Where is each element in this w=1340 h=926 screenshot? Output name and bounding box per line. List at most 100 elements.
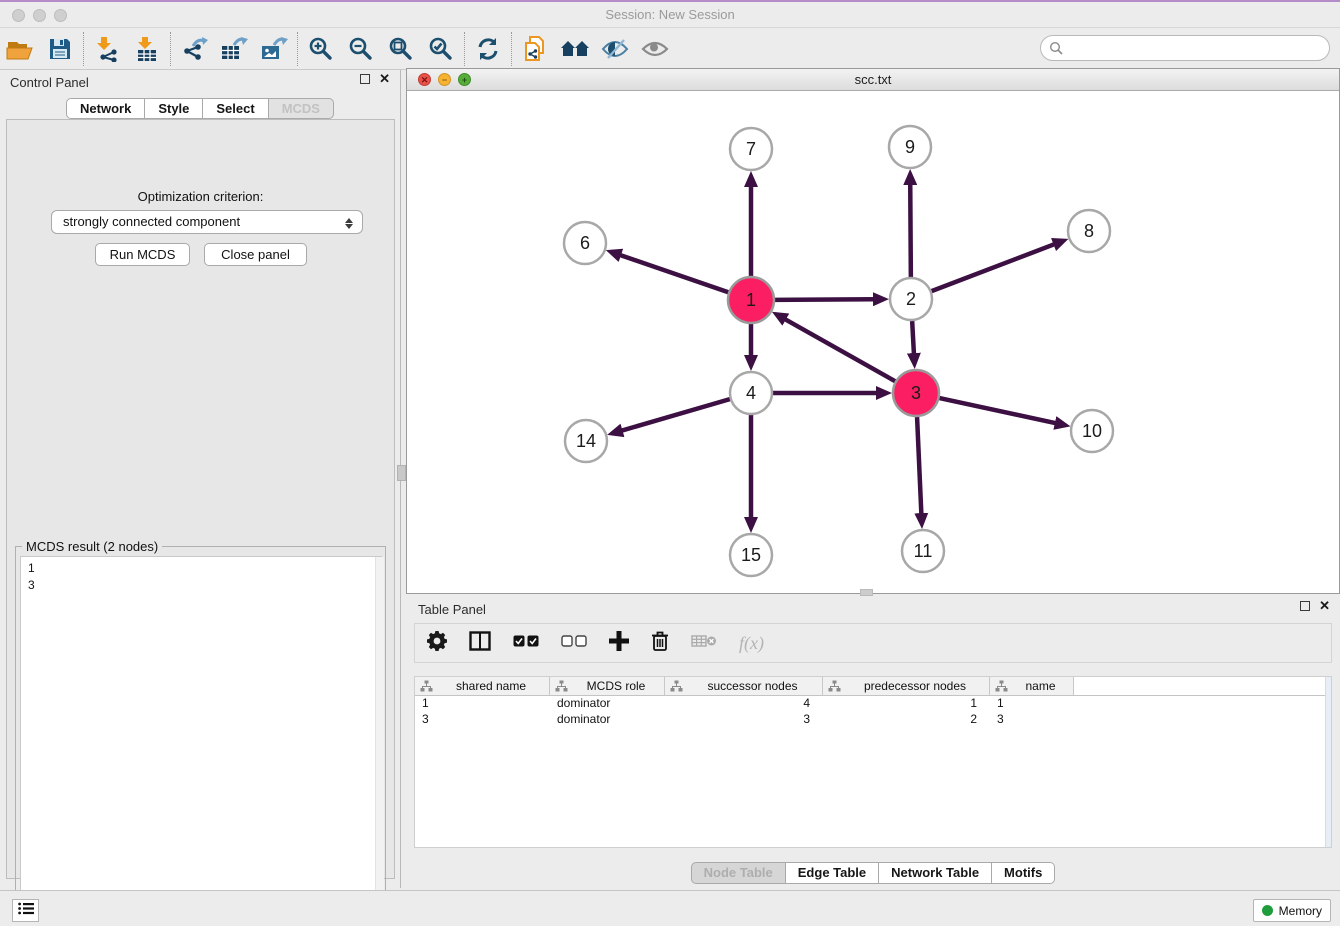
search-icon [1049, 41, 1063, 60]
table-cell: dominator [550, 696, 665, 712]
unchecked-boxes-icon [561, 634, 587, 652]
hide-panels-button[interactable] [595, 32, 635, 66]
graph-edge-4-14[interactable] [622, 399, 730, 431]
search-field-wrap [1040, 35, 1330, 61]
table-cell: 1 [990, 696, 1074, 712]
column-header-shared-name[interactable]: shared name [415, 677, 550, 695]
export-image-button[interactable] [254, 32, 294, 66]
graph-edge-3-1[interactable] [785, 319, 895, 381]
delete-column-button[interactable] [651, 631, 669, 656]
column-tree-icon [555, 680, 568, 692]
control-tab-style[interactable]: Style [145, 98, 203, 119]
table-settings-button[interactable] [427, 631, 447, 656]
float-panel-icon[interactable] [360, 74, 370, 84]
import-network-button[interactable] [87, 32, 127, 66]
memory-button[interactable]: Memory [1253, 899, 1331, 922]
table-tab-node-table[interactable]: Node Table [691, 862, 786, 884]
table-tab-motifs[interactable]: Motifs [992, 862, 1055, 884]
clone-network-button[interactable] [515, 32, 555, 66]
search-input[interactable] [1040, 35, 1330, 61]
main-toolbar [0, 29, 1340, 70]
column-header-label: shared name [433, 679, 549, 693]
column-header-successor-nodes[interactable]: successor nodes [665, 677, 823, 695]
open-folder-icon [5, 36, 35, 62]
network-window-titlebar[interactable]: ✕ − + scc.txt [407, 69, 1339, 91]
graph-edge-3-11[interactable] [917, 417, 921, 514]
home-button[interactable] [555, 32, 595, 66]
graph-node-label-7: 7 [746, 139, 756, 159]
mcds-result-list[interactable]: 1 3 [20, 556, 382, 923]
refresh-view-button[interactable] [468, 32, 508, 66]
close-panel-icon[interactable]: ✕ [379, 74, 390, 84]
clone-network-icon [522, 35, 548, 63]
graph-edge-1-6[interactable] [620, 255, 728, 292]
control-tab-select[interactable]: Select [203, 98, 268, 119]
control-tab-mcds[interactable]: MCDS [269, 98, 334, 119]
mcds-result-group: MCDS result (2 nodes) 1 3 [15, 546, 386, 926]
graph-node-label-9: 9 [905, 137, 915, 157]
toolbar-separator [170, 32, 171, 66]
column-tree-icon [420, 680, 433, 692]
show-graphics-button[interactable] [635, 32, 675, 66]
import-table-icon [134, 36, 160, 62]
table-cell: 4 [665, 696, 823, 712]
zoom-fit-icon [388, 36, 414, 62]
toolbar-separator [297, 32, 298, 66]
table-cell: 3 [665, 712, 823, 728]
add-column-button[interactable] [609, 631, 629, 656]
graph-edge-3-10[interactable] [939, 398, 1055, 423]
open-session-button[interactable] [0, 32, 40, 66]
close-panel-button[interactable]: Close panel [204, 243, 307, 266]
column-layout-button[interactable] [469, 631, 491, 656]
run-mcds-button[interactable]: Run MCDS [95, 243, 190, 266]
table-cell: 2 [823, 712, 990, 728]
table-cell: 1 [823, 696, 990, 712]
unselect-all-columns-button[interactable] [561, 634, 587, 652]
app-titlebar: Session: New Session [0, 2, 1340, 28]
task-history-button[interactable] [12, 899, 39, 922]
result-scrollbar[interactable] [375, 557, 384, 922]
criterion-dropdown[interactable]: strongly connected component [51, 210, 363, 234]
network-canvas[interactable]: 7968124314101511 [407, 91, 1339, 593]
table-panel-title: Table Panel [418, 602, 486, 617]
dropdown-arrows-icon [344, 213, 354, 233]
columns-icon [469, 631, 491, 656]
graph-edge-2-3[interactable] [912, 321, 914, 354]
column-header-predecessor-nodes[interactable]: predecessor nodes [823, 677, 990, 695]
zoom-fit-button[interactable] [381, 32, 421, 66]
table-tab-network-table[interactable]: Network Table [879, 862, 992, 884]
float-table-panel-icon[interactable] [1300, 601, 1310, 611]
export-network-button[interactable] [174, 32, 214, 66]
table-cell: 3 [415, 712, 550, 728]
graph-edge-2-9[interactable] [910, 184, 911, 277]
zoom-in-button[interactable] [301, 32, 341, 66]
column-header-name[interactable]: name [990, 677, 1074, 695]
close-table-panel-icon[interactable]: ✕ [1319, 601, 1330, 611]
table-panel: Table Panel ✕ [406, 596, 1340, 888]
zoom-out-button[interactable] [341, 32, 381, 66]
control-tab-network[interactable]: Network [66, 98, 145, 119]
export-table-button[interactable] [214, 32, 254, 66]
graph-edge-2-8[interactable] [932, 244, 1055, 291]
delete-table-button[interactable] [691, 633, 717, 654]
plus-icon [609, 631, 629, 656]
vertical-splitter-grip[interactable] [397, 465, 406, 481]
graph-edge-1-2[interactable] [775, 299, 874, 300]
table-row[interactable]: 3dominator323 [415, 712, 1331, 728]
horizontal-splitter-grip[interactable] [860, 589, 873, 596]
column-header-MCDS-role[interactable]: MCDS role [550, 677, 665, 695]
table-cell: 3 [990, 712, 1074, 728]
table-cell: 1 [415, 696, 550, 712]
table-tab-edge-table[interactable]: Edge Table [786, 862, 879, 884]
zoom-selected-button[interactable] [421, 32, 461, 66]
trash-icon [651, 631, 669, 656]
table-row[interactable]: 1dominator411 [415, 696, 1331, 712]
select-all-columns-button[interactable] [513, 634, 539, 652]
save-session-button[interactable] [40, 32, 80, 66]
table-scrollbar[interactable] [1325, 677, 1331, 847]
table-header-row: shared nameMCDS role successor nodesprede… [415, 677, 1331, 696]
import-table-button[interactable] [127, 32, 167, 66]
column-header-label: successor nodes [683, 679, 822, 693]
memory-status-icon [1262, 905, 1273, 916]
function-builder-button[interactable]: f(x) [739, 633, 764, 654]
